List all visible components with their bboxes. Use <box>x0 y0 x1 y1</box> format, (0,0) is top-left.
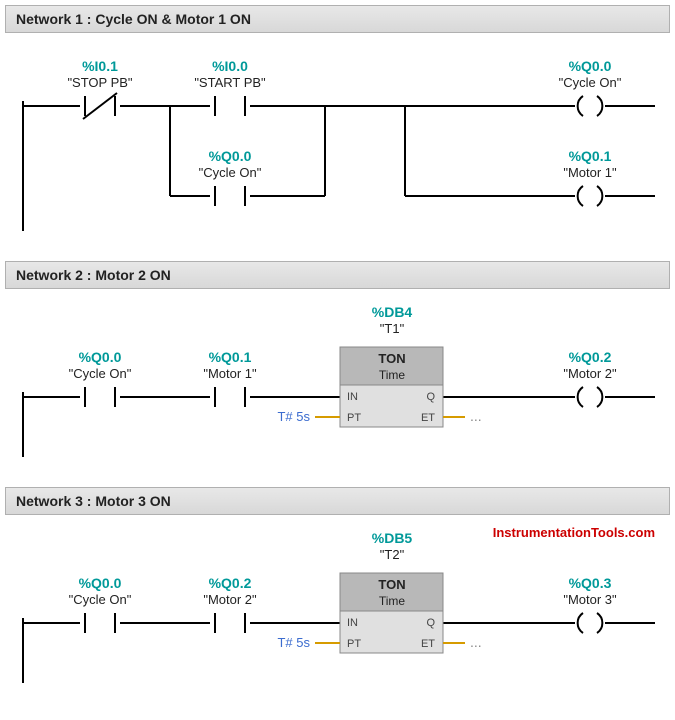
coil: %Q0.1 "Motor 1" <box>563 148 617 206</box>
network-body-1: %I0.1 "STOP PB" %I0.0 "START PB" %Q0.0 "… <box>5 41 670 241</box>
coil-addr: %Q0.2 <box>569 349 612 365</box>
pin-q: Q <box>426 391 435 403</box>
contact-no: %Q0.1 "Motor 1" <box>203 349 257 407</box>
pin-in: IN <box>347 617 358 629</box>
contact-name: "Cycle On" <box>69 592 132 607</box>
contact-parallel: %Q0.0 "Cycle On" <box>199 148 262 206</box>
pt-value: T# 5s <box>277 635 310 650</box>
contact-addr: %Q0.1 <box>209 349 252 365</box>
coil-name: "Motor 1" <box>563 165 617 180</box>
pin-et: ET <box>421 638 435 650</box>
block-sub: Time <box>379 594 406 608</box>
coil-addr: %Q0.1 <box>569 148 612 164</box>
pin-q: Q <box>426 617 435 629</box>
coil: %Q0.0 "Cycle On" <box>559 58 622 116</box>
contact-addr: %Q0.0 <box>209 148 252 164</box>
et-dots: ... <box>470 634 482 650</box>
contact-addr: %Q0.2 <box>209 575 252 591</box>
contact-name: "Motor 2" <box>203 592 257 607</box>
contact-addr: %Q0.0 <box>79 349 122 365</box>
contact-addr: %I0.0 <box>212 58 248 74</box>
block-type: TON <box>378 577 405 592</box>
contact-no: %Q0.0 "Cycle On" <box>69 349 132 407</box>
network-title: Network 3 : Motor 3 ON <box>16 493 171 509</box>
contact-addr: %Q0.0 <box>79 575 122 591</box>
contact-name: "STOP PB" <box>67 75 132 90</box>
block-db: %DB5 <box>372 530 413 546</box>
et-dots: ... <box>470 408 482 424</box>
coil-name: "Motor 3" <box>563 592 617 607</box>
block-inst: "T2" <box>380 547 405 562</box>
contact-addr: %I0.1 <box>82 58 118 74</box>
ladder-svg-3: %Q0.0 "Cycle On" %Q0.2 "Motor 2" %DB5 "T… <box>5 523 665 693</box>
contact-no: %Q0.2 "Motor 2" <box>203 575 257 633</box>
contact-nc: %I0.1 "STOP PB" <box>67 58 132 119</box>
coil-name: "Cycle On" <box>559 75 622 90</box>
coil-addr: %Q0.0 <box>569 58 612 74</box>
network-title: Network 2 : Motor 2 ON <box>16 267 171 283</box>
contact-name: "Cycle On" <box>69 366 132 381</box>
coil: %Q0.3 "Motor 3" <box>563 575 617 633</box>
network-title: Network 1 : Cycle ON & Motor 1 ON <box>16 11 251 27</box>
contact-no: %I0.0 "START PB" <box>194 58 266 116</box>
contact-name: "Cycle On" <box>199 165 262 180</box>
contact-name: "Motor 1" <box>203 366 257 381</box>
block-db: %DB4 <box>372 304 413 320</box>
block-inst: "T1" <box>380 321 405 336</box>
ladder-svg-1: %I0.1 "STOP PB" %I0.0 "START PB" %Q0.0 "… <box>5 41 665 241</box>
block-type: TON <box>378 351 405 366</box>
network-header-3: Network 3 : Motor 3 ON <box>5 487 670 515</box>
network-body-2: %Q0.0 "Cycle On" %Q0.1 "Motor 1" %DB4 "T… <box>5 297 670 467</box>
ladder-svg-2: %Q0.0 "Cycle On" %Q0.1 "Motor 1" %DB4 "T… <box>5 297 665 467</box>
pin-pt: PT <box>347 412 361 424</box>
pt-value: T# 5s <box>277 409 310 424</box>
contact-name: "START PB" <box>194 75 266 90</box>
timer-block: %DB5 "T2" TON Time IN PT Q ET <box>340 530 443 653</box>
coil-addr: %Q0.3 <box>569 575 612 591</box>
pin-et: ET <box>421 412 435 424</box>
network-header-2: Network 2 : Motor 2 ON <box>5 261 670 289</box>
coil: %Q0.2 "Motor 2" <box>563 349 617 407</box>
attribution-text: InstrumentationTools.com <box>493 525 655 540</box>
network-header-1: Network 1 : Cycle ON & Motor 1 ON <box>5 5 670 33</box>
pin-in: IN <box>347 391 358 403</box>
pin-pt: PT <box>347 638 361 650</box>
block-sub: Time <box>379 368 406 382</box>
timer-block: %DB4 "T1" TON Time IN PT Q ET <box>340 304 443 427</box>
coil-name: "Motor 2" <box>563 366 617 381</box>
contact-no: %Q0.0 "Cycle On" <box>69 575 132 633</box>
network-body-3: InstrumentationTools.com %Q0.0 "Cycle On… <box>5 523 670 693</box>
